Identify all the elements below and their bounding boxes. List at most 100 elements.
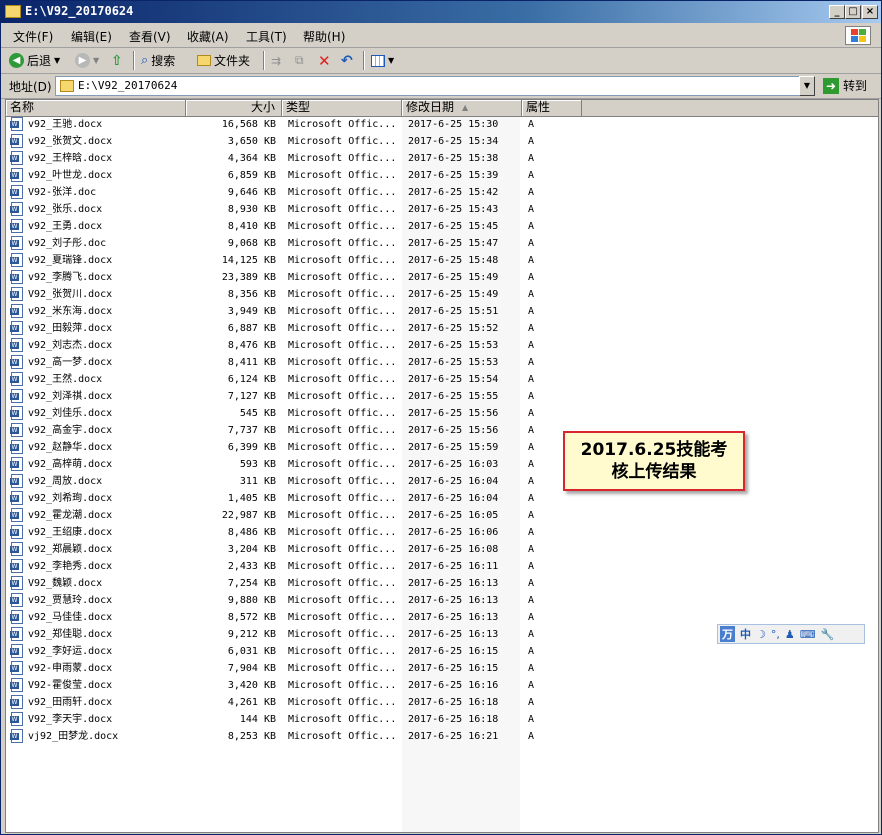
- file-row[interactable]: Wv92_周放.docx 311 KB Microsoft Offic... 2017…: [6, 473, 878, 490]
- column-header-size-label: 大小: [250, 100, 275, 114]
- column-header-attributes-label: 属性: [526, 100, 551, 114]
- ime-user-icon[interactable]: ♟: [785, 628, 795, 641]
- annotation-line-1: 2017.6.25技能考: [580, 440, 728, 460]
- up-folder-button[interactable]: ⇧: [111, 51, 123, 70]
- address-value: E:\V92_20170624: [78, 79, 178, 92]
- file-name: v92_赵静华.docx: [28, 442, 113, 453]
- column-header-name[interactable]: 名称: [6, 100, 186, 116]
- delete-button[interactable]: ✕: [318, 51, 331, 70]
- file-type: Microsoft Offic...: [288, 340, 397, 351]
- undo-button[interactable]: ↶: [341, 51, 353, 70]
- file-row[interactable]: Wv92_李腾飞.docx 23,389 KB Microsoft Offic...…: [6, 269, 878, 286]
- ime-half-width-icon[interactable]: ☽: [756, 628, 766, 641]
- back-button[interactable]: ◀ 后退 ▼: [9, 51, 60, 70]
- file-row[interactable]: W V92_李天宇.docx 144 KB Microsoft Offic... 201…: [6, 711, 878, 728]
- title-bar[interactable]: E:\V92_20170624 _ □ ×: [1, 1, 881, 23]
- file-name: v92_李艳秀.docx: [28, 561, 113, 572]
- menu-help[interactable]: 帮助(H): [303, 28, 345, 45]
- file-row[interactable]: Wv92_张乐.docx 8,930 KB Microsoft Offic... 20…: [6, 201, 878, 218]
- file-row[interactable]: W V92_张贺川.docx 8,356 KB Microsoft Offic... 2…: [6, 286, 878, 303]
- file-attributes: A: [528, 221, 535, 232]
- move-to-button[interactable]: ⇉: [271, 51, 281, 70]
- file-size: 6,399 KB: [227, 442, 276, 453]
- folders-button[interactable]: 文件夹: [197, 51, 250, 70]
- back-label: 后退: [27, 54, 52, 68]
- file-row[interactable]: W V92-张洋.doc 9,646 KB Microsoft Offic... 201…: [6, 184, 878, 201]
- file-type: Microsoft Offic...: [288, 527, 397, 538]
- file-name: v92_王绍康.docx: [28, 527, 113, 538]
- menu-favorites[interactable]: 收藏(A): [187, 28, 229, 45]
- minimize-button[interactable]: _: [829, 5, 845, 19]
- file-row[interactable]: Wv92_赵静华.docx 6,399 KB Microsoft Offic... 2…: [6, 439, 878, 456]
- word-document-icon: W: [10, 610, 24, 625]
- file-row[interactable]: Wv92_田毅萍.docx 6,887 KB Microsoft Offic... 2…: [6, 320, 878, 337]
- maximize-button[interactable]: □: [845, 5, 861, 19]
- address-dropdown-icon[interactable]: ▼: [799, 76, 815, 96]
- file-row[interactable]: Wv92_叶世龙.docx 6,859 KB Microsoft Offic... 2…: [6, 167, 878, 184]
- file-row[interactable]: Wv92-申雨蒙.docx 7,904 KB Microsoft Offic... 2…: [6, 660, 878, 677]
- file-row[interactable]: Wv92_王绍康.docx 8,486 KB Microsoft Offic... 2…: [6, 524, 878, 541]
- column-header-size[interactable]: 大小: [186, 100, 282, 116]
- menu-file[interactable]: 文件(F): [13, 28, 53, 45]
- views-button[interactable]: ▼: [371, 51, 394, 70]
- file-size: 6,031 KB: [227, 646, 276, 657]
- file-name: V92_魏颖.docx: [28, 578, 103, 589]
- file-row[interactable]: Wv92_郑晨颖.docx 3,204 KB Microsoft Offic... 2…: [6, 541, 878, 558]
- word-document-icon: W: [10, 695, 24, 710]
- file-row[interactable]: Wv92_高梓萌.docx 593 KB Microsoft Offic... 201…: [6, 456, 878, 473]
- file-row[interactable]: Wv92_李好运.docx 6,031 KB Microsoft Offic... 2…: [6, 643, 878, 660]
- file-row[interactable]: Wv92_王梓晗.docx 4,364 KB Microsoft Offic... 2…: [6, 150, 878, 167]
- file-row[interactable]: Wv92_王然.docx 6,124 KB Microsoft Offic... 20…: [6, 371, 878, 388]
- file-modified-date: 2017-6-25 16:03: [408, 459, 499, 470]
- file-modified-date: 2017-6-25 16:11: [408, 561, 499, 572]
- menu-edit[interactable]: 编辑(E): [71, 28, 112, 45]
- ime-punctuation-icon[interactable]: °,: [771, 628, 780, 641]
- file-row[interactable]: Wv92_田雨轩.docx 4,261 KB Microsoft Offic... 2…: [6, 694, 878, 711]
- file-size: 8,411 KB: [227, 357, 276, 368]
- file-row[interactable]: Wv92_李艳秀.docx 2,433 KB Microsoft Offic... 2…: [6, 558, 878, 575]
- menu-tools[interactable]: 工具(T): [246, 28, 287, 45]
- search-button[interactable]: ⌕ 搜索: [141, 51, 175, 70]
- copy-to-button[interactable]: ⧉: [295, 51, 304, 70]
- address-input[interactable]: E:\V92_20170624: [55, 76, 815, 96]
- file-name: vj92_田梦龙.docx: [28, 731, 119, 742]
- column-header-attributes[interactable]: 属性: [522, 100, 582, 116]
- file-row[interactable]: Wv92_夏瑞锋.docx 14,125 KB Microsoft Offic...…: [6, 252, 878, 269]
- file-type: Microsoft Offic...: [288, 629, 397, 640]
- ime-chinese-mode-icon[interactable]: 中: [740, 626, 751, 642]
- file-type: Microsoft Offic...: [288, 221, 397, 232]
- file-row[interactable]: Wv92_张贺文.docx 3,650 KB Microsoft Offic... 2…: [6, 133, 878, 150]
- file-attributes: A: [528, 714, 535, 725]
- menu-view[interactable]: 查看(V): [129, 28, 171, 45]
- close-button[interactable]: ×: [862, 5, 878, 19]
- file-row[interactable]: Wv92_霍龙潮.docx 22,987 KB Microsoft Offic...…: [6, 507, 878, 524]
- go-button[interactable]: ➜ 转到: [823, 77, 867, 94]
- file-row[interactable]: Wvj92_田梦龙.docx 8,253 KB Microsoft Offic...…: [6, 728, 878, 745]
- column-header: 名称 大小 类型 修改日期 ▲ 属性: [6, 100, 878, 117]
- ime-logo-icon[interactable]: 万: [720, 626, 735, 642]
- file-row[interactable]: Wv92_王驰.docx 16,568 KB Microsoft Offic... 2…: [6, 116, 878, 133]
- column-header-type[interactable]: 类型: [282, 100, 402, 116]
- forward-button[interactable]: ▶ ▼: [75, 51, 99, 70]
- file-row[interactable]: Wv92_刘希珣.docx 1,405 KB Microsoft Offic... 2…: [6, 490, 878, 507]
- file-row[interactable]: W V92-霍俊莹.docx 3,420 KB Microsoft Offic... 2…: [6, 677, 878, 694]
- file-row[interactable]: Wv92_贾慧玲.docx 9,880 KB Microsoft Offic... 2…: [6, 592, 878, 609]
- file-row[interactable]: Wv92_刘志杰.docx 8,476 KB Microsoft Offic... 2…: [6, 337, 878, 354]
- file-list[interactable]: 名称 大小 类型 修改日期 ▲ 属性 Wv92_王驰.docx 16,568 KB M…: [5, 99, 879, 833]
- file-row[interactable]: Wv92_高金宇.docx 7,737 KB Microsoft Offic... 2…: [6, 422, 878, 439]
- ime-toolbar[interactable]: 万 中 ☽ °, ♟ ⌨ 🔧: [717, 624, 865, 644]
- file-row[interactable]: Wv92_刘泽祺.docx 7,127 KB Microsoft Offic... 2…: [6, 388, 878, 405]
- file-modified-date: 2017-6-25 15:34: [408, 136, 499, 147]
- file-type: Microsoft Offic...: [288, 731, 397, 742]
- ime-tools-icon[interactable]: 🔧: [821, 628, 835, 641]
- ime-keyboard-icon[interactable]: ⌨: [800, 628, 816, 641]
- file-row[interactable]: Wv92_高一梦.docx 8,411 KB Microsoft Offic... 2…: [6, 354, 878, 371]
- column-header-date[interactable]: 修改日期 ▲: [402, 100, 522, 116]
- file-row[interactable]: Wv92_刘子彤.doc 9,068 KB Microsoft Offic... 20…: [6, 235, 878, 252]
- windows-logo-icon: [845, 26, 871, 45]
- file-row[interactable]: Wv92_王勇.docx 8,410 KB Microsoft Offic... 20…: [6, 218, 878, 235]
- file-row[interactable]: Wv92_米东海.docx 3,949 KB Microsoft Offic... 2…: [6, 303, 878, 320]
- explorer-window: E:\V92_20170624 _ □ × 文件(F) 编辑(E) 查看(V) …: [0, 0, 882, 835]
- file-row[interactable]: Wv92_刘佳乐.docx 545 KB Microsoft Offic... 201…: [6, 405, 878, 422]
- file-row[interactable]: W V92_魏颖.docx 7,254 KB Microsoft Offic... 20…: [6, 575, 878, 592]
